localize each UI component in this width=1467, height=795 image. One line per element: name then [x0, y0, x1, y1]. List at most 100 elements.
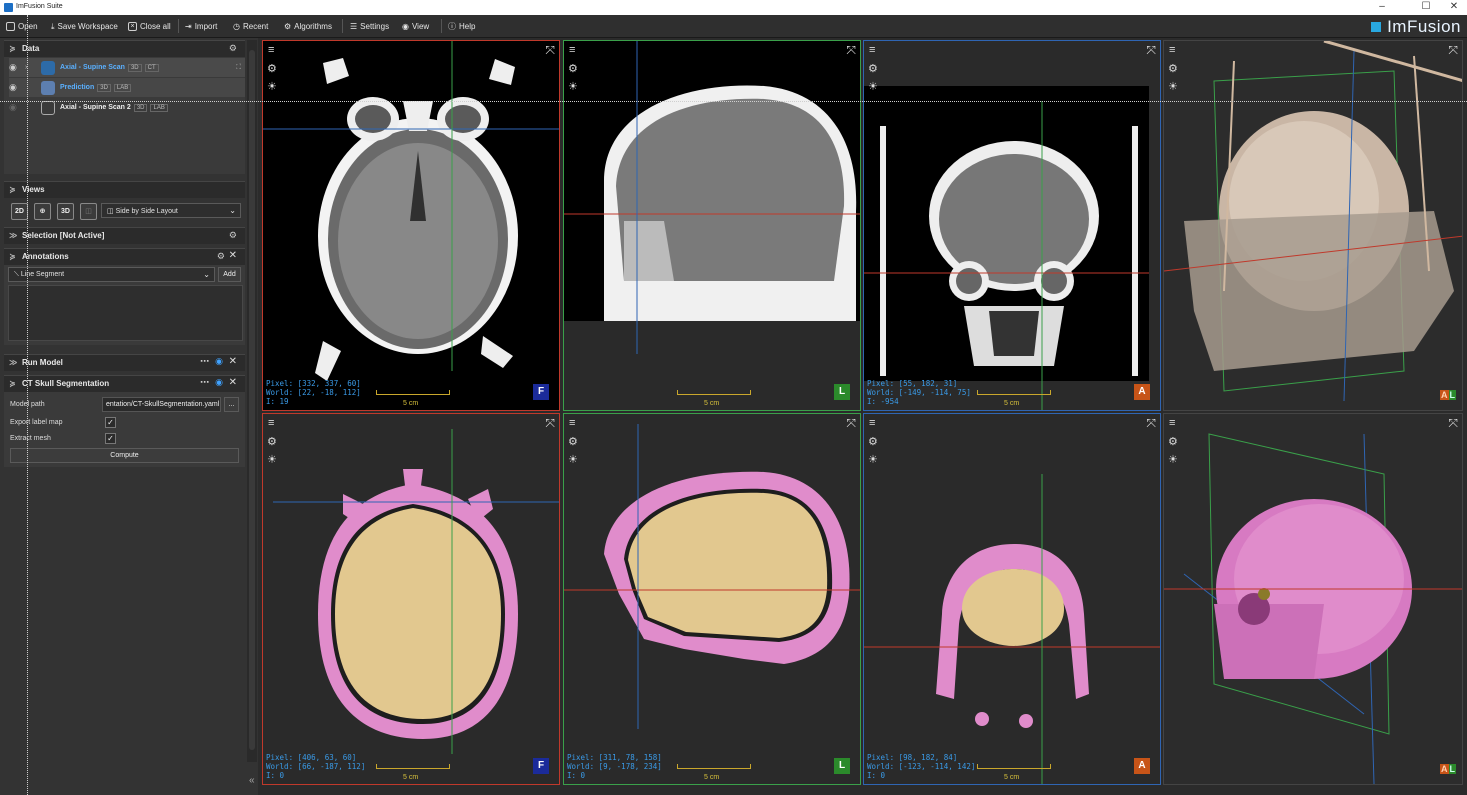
- brightness-icon[interactable]: ☀: [868, 453, 878, 466]
- close-icon[interactable]: ✕: [229, 377, 237, 388]
- import-button[interactable]: ⇥ Import: [185, 20, 217, 33]
- compute-button[interactable]: Compute: [10, 448, 239, 463]
- brightness-icon[interactable]: ☀: [568, 453, 578, 466]
- collapse-chevron-icon[interactable]: ≽: [9, 185, 16, 194]
- annotations-section-header[interactable]: ≽ Annotations ⚙ ✕: [4, 248, 245, 265]
- model-path-input[interactable]: entation/CT-SkullSegmentation.yaml: [102, 397, 221, 412]
- maximize-view-icon[interactable]: ⤧: [846, 416, 856, 431]
- visibility-eye-icon[interactable]: ◉: [9, 82, 25, 93]
- close-all-button[interactable]: × Close all: [128, 20, 171, 33]
- gear-icon[interactable]: ⚙: [568, 435, 578, 448]
- view-mpr-button[interactable]: ⊕: [34, 203, 51, 220]
- brightness-icon[interactable]: ☀: [267, 80, 277, 93]
- collapse-chevron-icon[interactable]: ≫: [9, 231, 17, 240]
- maximize-view-icon[interactable]: ⤧: [1146, 43, 1156, 58]
- visibility-eye-icon[interactable]: ◉: [215, 356, 223, 367]
- close-window-button[interactable]: ✕: [1444, 1, 1464, 12]
- open-button[interactable]: Open: [6, 20, 38, 33]
- close-icon[interactable]: ✕: [229, 356, 237, 367]
- brightness-icon[interactable]: ☀: [568, 80, 578, 93]
- viewport-ct-coronal[interactable]: ≡ ⚙ ☀ ⤧ Pixel: [55, 182, 31] World: [-14…: [863, 40, 1161, 411]
- ct-sagittal-image: [564, 41, 860, 410]
- extract-mesh-checkbox[interactable]: ✓: [105, 433, 116, 444]
- brightness-icon[interactable]: ☀: [1168, 453, 1178, 466]
- maximize-view-icon[interactable]: ⤧: [1448, 416, 1458, 431]
- visibility-eye-icon[interactable]: ◉: [9, 102, 25, 113]
- view-2d-button[interactable]: 2D: [11, 203, 28, 220]
- minimize-button[interactable]: –: [1372, 1, 1392, 12]
- brightness-icon[interactable]: ☀: [267, 453, 277, 466]
- close-icon[interactable]: ✕: [229, 250, 237, 261]
- annotation-list[interactable]: [8, 285, 243, 341]
- gear-icon[interactable]: ⚙: [229, 43, 237, 54]
- layout-dropdown[interactable]: ◫ Side by Side Layout ⌄: [101, 203, 241, 218]
- run-model-section-header[interactable]: ≫ Run Model ⋯ ◉ ✕: [4, 354, 245, 371]
- viewport-seg-sagittal[interactable]: ≡ ⚙ ☀ ⤧ Pixel: [311, 78, 158] World: [9,…: [563, 413, 861, 785]
- annotation-type-dropdown[interactable]: ⟍ Line Segment ⌄: [8, 267, 215, 282]
- viewport-menu-icon[interactable]: ≡: [1169, 417, 1175, 429]
- algorithms-button[interactable]: ⚙ Algorithms: [284, 20, 332, 33]
- data-item[interactable]: ◉ Prediction 3D LAB: [9, 78, 245, 97]
- gear-icon[interactable]: ⚙: [868, 435, 878, 448]
- collapse-chevron-icon[interactable]: ≽: [9, 44, 16, 53]
- viewport-menu-icon[interactable]: ≡: [268, 44, 274, 56]
- views-section-header[interactable]: ≽ Views: [4, 181, 245, 198]
- brightness-icon[interactable]: ☀: [868, 80, 878, 93]
- settings-button[interactable]: ☰ Settings: [350, 20, 389, 33]
- gear-icon[interactable]: ⚙: [568, 62, 578, 75]
- save-workspace-button[interactable]: ⤓ Save Workspace: [51, 20, 118, 33]
- view-3d-button[interactable]: 3D: [57, 203, 74, 220]
- ct-skull-section-header[interactable]: ≽ CT Skull Segmentation ⋯ ◉ ✕: [4, 375, 245, 392]
- maximize-view-icon[interactable]: ⤧: [1146, 416, 1156, 431]
- viewport-ct-axial[interactable]: ≡ ⚙ ☀ ⤧ Pixel: [332, 337, 60] World: [22…: [262, 40, 560, 411]
- gear-icon[interactable]: ⚙: [229, 230, 237, 241]
- viewport-menu-icon[interactable]: ≡: [569, 417, 575, 429]
- viewport-menu-icon[interactable]: ≡: [569, 44, 575, 56]
- left-panel-scrollbar[interactable]: [247, 40, 257, 762]
- gear-icon[interactable]: ⚙: [267, 62, 277, 75]
- gear-icon[interactable]: ⚙: [267, 435, 277, 448]
- browse-button[interactable]: ...: [224, 397, 239, 412]
- data-section-header[interactable]: ≽ Data ⚙: [4, 40, 245, 57]
- export-label-map-checkbox[interactable]: ✓: [105, 417, 116, 428]
- viewport-menu-icon[interactable]: ≡: [268, 417, 274, 429]
- view-button[interactable]: ◉ View: [402, 20, 429, 33]
- cursor-info: Pixel: [98, 182, 84] World: [-123, -114,…: [867, 753, 975, 780]
- viewport-seg-coronal[interactable]: ≡ ⚙ ☀ ⤧ Pixel: [98, 182, 84] World: [-12…: [863, 413, 1161, 785]
- gear-icon[interactable]: ⚙: [217, 251, 225, 262]
- maximize-view-icon[interactable]: ⤧: [846, 43, 856, 58]
- viewport-menu-icon[interactable]: ≡: [869, 44, 875, 56]
- view-extra-button[interactable]: ◫: [80, 203, 97, 220]
- gear-icon[interactable]: ⚙: [1168, 62, 1178, 75]
- viewport-menu-icon[interactable]: ≡: [869, 417, 875, 429]
- maximize-view-icon[interactable]: ⤧: [545, 43, 555, 58]
- maximize-view-icon[interactable]: ⤧: [545, 416, 555, 431]
- viewport-seg-axial[interactable]: ≡ ⚙ ☀ ⤧ Pixel: [406, 63, 60] World: [66,…: [262, 413, 560, 785]
- collapse-chevron-icon[interactable]: ≫: [9, 358, 17, 367]
- recent-button[interactable]: ◷ Recent: [233, 20, 268, 33]
- maximize-button[interactable]: ☐: [1416, 1, 1436, 12]
- gear-icon[interactable]: ⚙: [868, 62, 878, 75]
- collapse-panel-icon[interactable]: «: [249, 775, 255, 786]
- more-icon[interactable]: ⋯: [200, 377, 209, 388]
- more-icon[interactable]: ⋯: [200, 356, 209, 367]
- viewport-seg-3d[interactable]: ≡ ⚙ ☀ ⤧ AL: [1163, 413, 1463, 785]
- help-button[interactable]: ⓘ Help: [448, 20, 475, 33]
- viewport-menu-icon[interactable]: ≡: [1169, 44, 1175, 56]
- maximize-view-icon[interactable]: ⤧: [1448, 43, 1458, 58]
- add-annotation-button[interactable]: Add: [218, 267, 241, 282]
- gear-icon[interactable]: ⚙: [1168, 435, 1178, 448]
- viewport-ct-3d[interactable]: ≡ ⚙ ☀ ⤧ AL: [1163, 40, 1463, 411]
- ct-coronal-image: [864, 86, 1149, 410]
- person-icon[interactable]: ⛶: [236, 64, 241, 72]
- visibility-eye-icon[interactable]: ◉: [9, 62, 25, 73]
- data-item[interactable]: ◉ › Axial - Supine Scan 3D CT ⛶: [9, 58, 245, 77]
- brightness-icon[interactable]: ☀: [1168, 80, 1178, 93]
- selection-section-header[interactable]: ≫ Selection [Not Active] ⚙: [4, 227, 245, 244]
- scrollbar-thumb[interactable]: [249, 50, 255, 750]
- expand-arrow-icon[interactable]: ›: [25, 64, 31, 71]
- visibility-eye-icon[interactable]: ◉: [215, 377, 223, 388]
- collapse-chevron-icon[interactable]: ≽: [9, 252, 16, 261]
- collapse-chevron-icon[interactable]: ≽: [9, 379, 16, 388]
- viewport-ct-sagittal[interactable]: ≡ ⚙ ☀ ⤧ 5 cm L: [563, 40, 861, 411]
